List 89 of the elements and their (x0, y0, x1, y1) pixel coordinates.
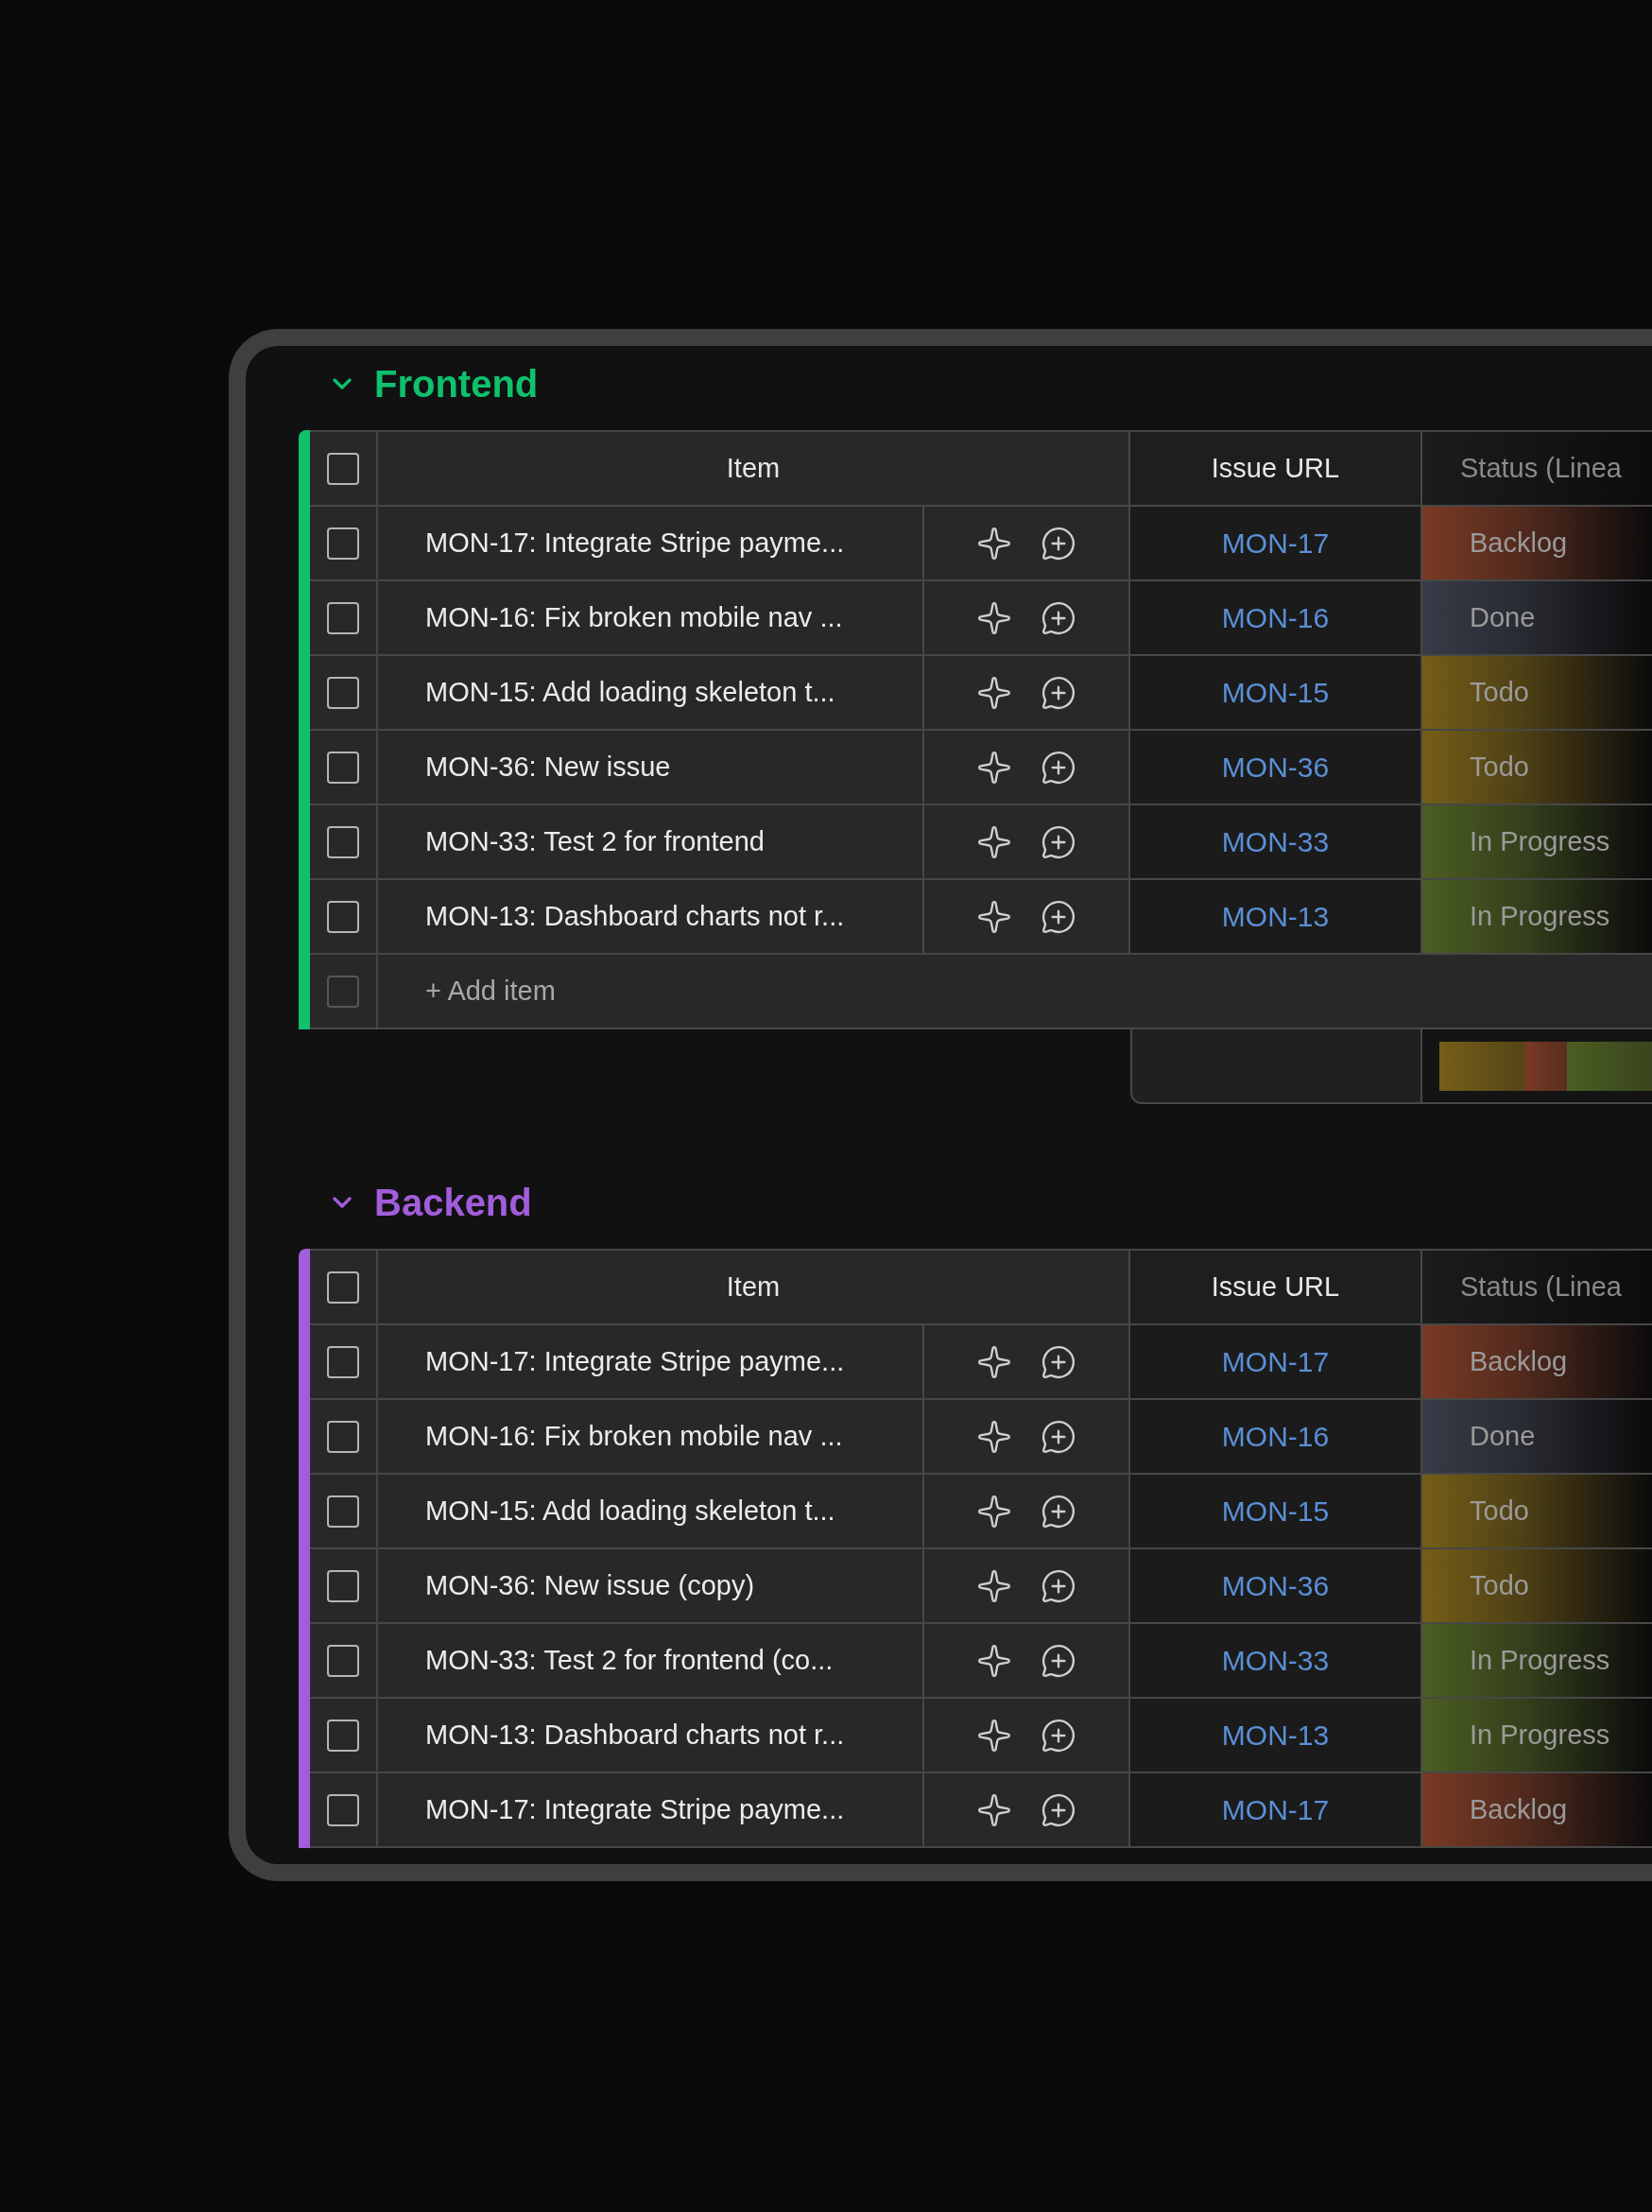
status-cell[interactable]: Todo (1422, 656, 1652, 731)
status-cell[interactable]: Backlog (1422, 1773, 1652, 1848)
checkbox[interactable] (327, 452, 359, 485)
item-cell[interactable]: MON-17: Integrate Stripe payme... (378, 1325, 924, 1400)
sparkle-icon[interactable] (976, 1343, 1012, 1380)
sparkle-icon[interactable] (976, 898, 1012, 935)
issue-link[interactable]: MON-16 (1221, 1420, 1330, 1453)
checkbox[interactable] (327, 1719, 359, 1752)
sparkle-icon[interactable] (976, 599, 1012, 636)
status-cell[interactable]: Backlog (1422, 507, 1652, 581)
column-header[interactable]: Issue URL (1130, 432, 1422, 507)
add-comment-icon[interactable] (1041, 1493, 1076, 1529)
issue-link[interactable]: MON-15 (1221, 1495, 1330, 1528)
checkbox[interactable] (327, 1270, 359, 1304)
checkbox[interactable] (327, 676, 359, 709)
item-cell[interactable]: MON-17: Integrate Stripe payme... (378, 1773, 924, 1848)
item-cell[interactable]: MON-13: Dashboard charts not r... (378, 880, 924, 955)
sparkle-icon[interactable] (976, 749, 1012, 786)
issue-link[interactable]: MON-33 (1221, 825, 1330, 858)
issue-link[interactable]: MON-17 (1221, 527, 1330, 560)
sparkle-icon[interactable] (976, 1642, 1012, 1679)
sparkle-icon[interactable] (976, 1493, 1012, 1529)
group-title: Backend (374, 1181, 532, 1224)
item-cell[interactable]: MON-36: New issue (copy) (378, 1549, 924, 1624)
issue-link[interactable]: MON-33 (1221, 1644, 1330, 1677)
checkbox[interactable] (327, 900, 359, 933)
add-comment-icon[interactable] (1041, 823, 1076, 860)
column-header[interactable]: Status (Linea (1422, 432, 1652, 507)
issue-link[interactable]: MON-16 (1221, 601, 1330, 634)
add-comment-icon[interactable] (1041, 674, 1076, 711)
checkbox[interactable] (327, 1569, 359, 1602)
status-cell[interactable]: Done (1422, 1400, 1652, 1475)
checkbox[interactable] (327, 751, 359, 784)
add-item-row[interactable]: + Add item (378, 955, 1652, 1029)
item-cell[interactable]: MON-16: Fix broken mobile nav ... (378, 581, 924, 656)
sparkle-icon[interactable] (976, 525, 1012, 562)
checkbox[interactable] (327, 1420, 359, 1453)
issue-link[interactable]: MON-17 (1221, 1793, 1330, 1826)
checkbox[interactable] (327, 1345, 359, 1378)
column-header[interactable]: Item (378, 432, 1130, 507)
status-cell[interactable]: Todo (1422, 1549, 1652, 1624)
checkbox[interactable] (327, 1644, 359, 1677)
status-cell[interactable]: Done (1422, 581, 1652, 656)
item-cell[interactable]: MON-17: Integrate Stripe payme... (378, 507, 924, 581)
item-cell[interactable]: MON-33: Test 2 for frontend (co... (378, 1624, 924, 1699)
status-cell[interactable]: Todo (1422, 731, 1652, 805)
group-title: Frontend (374, 362, 539, 406)
add-comment-icon[interactable] (1041, 1418, 1076, 1455)
status-cell[interactable]: In Progress (1422, 805, 1652, 880)
column-header[interactable]: Item (378, 1251, 1130, 1325)
add-comment-icon[interactable] (1041, 898, 1076, 935)
item-cell[interactable]: MON-36: New issue (378, 731, 924, 805)
add-comment-icon[interactable] (1041, 1567, 1076, 1604)
sparkle-icon[interactable] (976, 1418, 1012, 1455)
add-comment-icon[interactable] (1041, 599, 1076, 636)
sparkle-icon[interactable] (976, 823, 1012, 860)
issue-link[interactable]: MON-13 (1221, 1719, 1330, 1752)
checkbox[interactable] (327, 527, 359, 560)
column-header[interactable]: Status (Linea (1422, 1251, 1652, 1325)
issue-link[interactable]: MON-36 (1221, 751, 1330, 784)
item-cell[interactable]: MON-33: Test 2 for frontend (378, 805, 924, 880)
item-cell[interactable]: MON-15: Add loading skeleton t... (378, 1475, 924, 1549)
sparkle-icon[interactable] (976, 674, 1012, 711)
checkbox[interactable] (327, 601, 359, 634)
checkbox[interactable] (327, 1793, 359, 1826)
issue-link[interactable]: MON-13 (1221, 900, 1330, 933)
issue-link[interactable]: MON-15 (1221, 676, 1330, 709)
status-cell[interactable]: In Progress (1422, 1699, 1652, 1773)
issue-link[interactable]: MON-17 (1221, 1345, 1330, 1378)
issue-link[interactable]: MON-36 (1221, 1569, 1330, 1602)
sparkle-icon[interactable] (976, 1791, 1012, 1828)
add-comment-icon[interactable] (1041, 525, 1076, 562)
item-cell[interactable]: MON-16: Fix broken mobile nav ... (378, 1400, 924, 1475)
add-comment-icon[interactable] (1041, 749, 1076, 786)
status-cell[interactable]: Backlog (1422, 1325, 1652, 1400)
add-comment-icon[interactable] (1041, 1791, 1076, 1828)
add-comment-icon[interactable] (1041, 1717, 1076, 1754)
checkbox[interactable] (327, 825, 359, 858)
sparkle-icon[interactable] (976, 1567, 1012, 1604)
add-comment-icon[interactable] (1041, 1642, 1076, 1679)
status-cell[interactable]: Todo (1422, 1475, 1652, 1549)
status-cell[interactable]: In Progress (1422, 1624, 1652, 1699)
item-cell[interactable]: MON-13: Dashboard charts not r... (378, 1699, 924, 1773)
checkbox[interactable] (327, 1495, 359, 1528)
add-comment-icon[interactable] (1041, 1343, 1076, 1380)
sparkle-icon[interactable] (976, 1717, 1012, 1754)
status-cell[interactable]: In Progress (1422, 880, 1652, 955)
item-cell[interactable]: MON-15: Add loading skeleton t... (378, 656, 924, 731)
column-header[interactable]: Issue URL (1130, 1251, 1422, 1325)
